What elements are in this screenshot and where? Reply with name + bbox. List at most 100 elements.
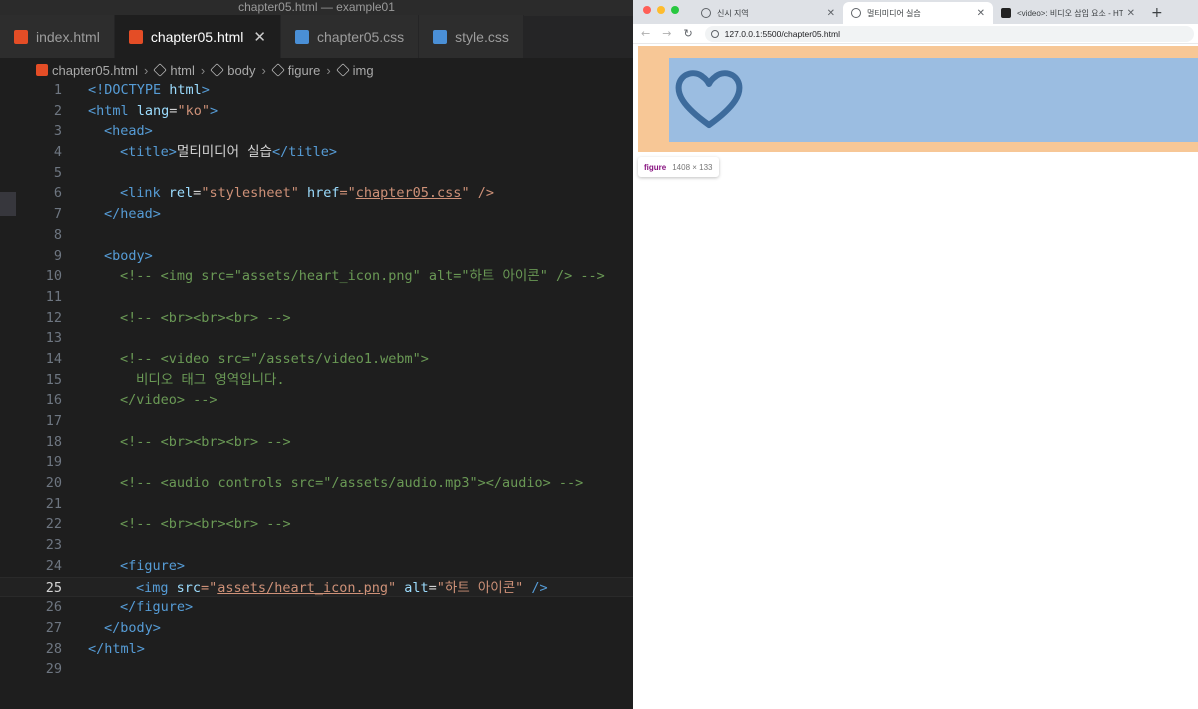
code-token: <title> bbox=[120, 144, 177, 161]
code-editor: chapter05.html — example01 index.html ch… bbox=[0, 0, 633, 709]
window-title: chapter05.html — example01 bbox=[0, 0, 633, 16]
code-token: rel bbox=[168, 185, 194, 202]
reload-icon[interactable]: ↻ bbox=[683, 27, 692, 40]
code-link[interactable]: assets/heart_icon.png bbox=[217, 580, 388, 596]
breadcrumb-item[interactable]: figure bbox=[288, 63, 321, 78]
chevron-right-icon: › bbox=[261, 62, 266, 78]
tooltip-tag: figure bbox=[644, 162, 667, 172]
page-viewport: figure 1408 × 133 bbox=[633, 46, 1198, 709]
maximize-window-button[interactable] bbox=[671, 6, 679, 14]
code-token: </body> bbox=[104, 619, 161, 636]
forward-arrow-icon[interactable]: → bbox=[662, 27, 671, 40]
line-number: 4 bbox=[53, 144, 62, 161]
address-bar: ← → ↻ 127.0.0.1:5500/chapter05.html bbox=[633, 24, 1198, 44]
browser-window: 신시 지역 ✕ 멀티미디어 실습 ✕ <video>: 비디오 삽입 요소 - … bbox=[633, 0, 1198, 709]
line-number: 19 bbox=[45, 454, 62, 471]
line-number: 16 bbox=[45, 392, 62, 409]
browser-tab[interactable]: 신시 지역 ✕ bbox=[693, 2, 843, 24]
line-number: 13 bbox=[45, 330, 62, 347]
tab-label: chapter05.css bbox=[317, 28, 405, 45]
code-comment: <!-- <br><br><br> --> bbox=[120, 433, 291, 450]
line-number: 27 bbox=[45, 619, 62, 636]
code-token: </title> bbox=[271, 144, 338, 161]
breadcrumb-item[interactable]: img bbox=[353, 63, 374, 78]
browser-tab[interactable]: <video>: 비디오 삽입 요소 - HTML ✕ bbox=[993, 2, 1143, 24]
line-number: 26 bbox=[45, 599, 62, 616]
breadcrumb-item[interactable]: body bbox=[227, 63, 255, 78]
code-token: "stylesheet" bbox=[201, 185, 299, 202]
close-icon[interactable]: ✕ bbox=[253, 28, 266, 46]
tab-style-css[interactable]: style.css bbox=[419, 15, 524, 58]
code-comment: <!-- <img src="assets/heart_icon.png" al… bbox=[120, 268, 605, 285]
code-comment: <!-- <br><br><br> --> bbox=[120, 516, 291, 533]
new-tab-button[interactable]: + bbox=[1143, 2, 1171, 24]
code-token: <body> bbox=[104, 247, 153, 264]
browser-tab-title: <video>: 비디오 삽입 요소 - HTML bbox=[1017, 8, 1123, 18]
code-token: <head> bbox=[104, 123, 153, 140]
browser-tab-title: 신시 지역 bbox=[717, 8, 749, 18]
figure-margin-highlight bbox=[638, 46, 1198, 152]
html-file-icon bbox=[36, 64, 48, 76]
close-icon[interactable]: ✕ bbox=[1127, 8, 1135, 19]
breadcrumb: chapter05.html › html › body › figure › … bbox=[0, 59, 633, 81]
code-token: <figure> bbox=[120, 557, 186, 574]
tab-label: chapter05.html bbox=[150, 28, 244, 45]
tab-chapter05-html[interactable]: chapter05.html ✕ bbox=[114, 15, 281, 58]
close-icon[interactable]: ✕ bbox=[827, 8, 835, 19]
code-token: </html> bbox=[88, 640, 145, 657]
chevron-right-icon: › bbox=[326, 62, 331, 78]
close-icon[interactable]: ✕ bbox=[977, 8, 985, 19]
breadcrumb-item[interactable]: chapter05.html bbox=[52, 63, 138, 78]
heart-icon bbox=[675, 70, 743, 128]
back-arrow-icon[interactable]: ← bbox=[641, 27, 650, 40]
line-number: 18 bbox=[45, 433, 62, 450]
line-number: 17 bbox=[45, 413, 62, 429]
devtools-inspect-tooltip: figure 1408 × 133 bbox=[638, 157, 719, 177]
code-token: "ko" bbox=[177, 102, 210, 119]
line-number: 24 bbox=[45, 557, 62, 574]
minimize-window-button[interactable] bbox=[657, 6, 665, 14]
browser-tab-title: 멀티미디어 실습 bbox=[867, 8, 921, 18]
current-line: 25 <img src="assets/heart_icon.png" alt="… bbox=[0, 576, 633, 598]
editor-tab-bar: index.html chapter05.html ✕ chapter05.cs… bbox=[0, 15, 633, 59]
code-token: " bbox=[387, 579, 405, 596]
code-comment: </video> --> bbox=[120, 392, 218, 409]
line-number: 14 bbox=[45, 350, 62, 367]
element-icon bbox=[153, 63, 168, 77]
html-file-icon bbox=[14, 29, 28, 44]
url-field[interactable]: 127.0.0.1:5500/chapter05.html bbox=[704, 25, 1194, 42]
code-token: <html bbox=[88, 102, 137, 119]
code-token: lang bbox=[136, 102, 170, 119]
code-area[interactable]: 1 <!DOCTYPE html> 2 <html lang="ko"> 3 <hea… bbox=[0, 80, 633, 680]
chevron-right-icon: › bbox=[200, 62, 206, 78]
code-token: </head> bbox=[104, 206, 161, 223]
line-number: 7 bbox=[53, 206, 62, 223]
code-token: /> bbox=[523, 579, 548, 596]
line-number: 22 bbox=[45, 516, 62, 533]
close-window-button[interactable] bbox=[643, 6, 651, 14]
info-icon[interactable] bbox=[710, 29, 719, 38]
globe-icon bbox=[851, 8, 861, 18]
tab-index-html[interactable]: index.html bbox=[0, 15, 115, 58]
line-number: 8 bbox=[53, 226, 62, 243]
code-token: = bbox=[428, 579, 437, 596]
globe-icon bbox=[701, 8, 711, 18]
tab-chapter05-css[interactable]: chapter05.css bbox=[281, 15, 420, 58]
code-comment: <!-- <audio controls src="/assets/audio.… bbox=[120, 475, 584, 492]
line-number: 3 bbox=[53, 123, 62, 140]
code-token: src bbox=[176, 579, 202, 596]
code-link[interactable]: chapter05.css bbox=[356, 185, 462, 201]
code-token: " /> bbox=[461, 185, 494, 202]
line-number: 9 bbox=[53, 247, 62, 264]
css-file-icon bbox=[433, 29, 448, 44]
tab-label: index.html bbox=[36, 28, 100, 45]
breadcrumb-item[interactable]: html bbox=[170, 63, 195, 78]
browser-tab-active[interactable]: 멀티미디어 실습 ✕ bbox=[843, 2, 993, 24]
code-token: html bbox=[169, 82, 202, 98]
code-token: </figure> bbox=[120, 599, 194, 616]
code-token: <link bbox=[120, 185, 169, 202]
line-number: 5 bbox=[53, 164, 62, 181]
mdn-icon bbox=[1001, 8, 1011, 18]
code-token: 멀티미디어 실습 bbox=[176, 144, 272, 161]
line-number: 11 bbox=[45, 288, 62, 305]
